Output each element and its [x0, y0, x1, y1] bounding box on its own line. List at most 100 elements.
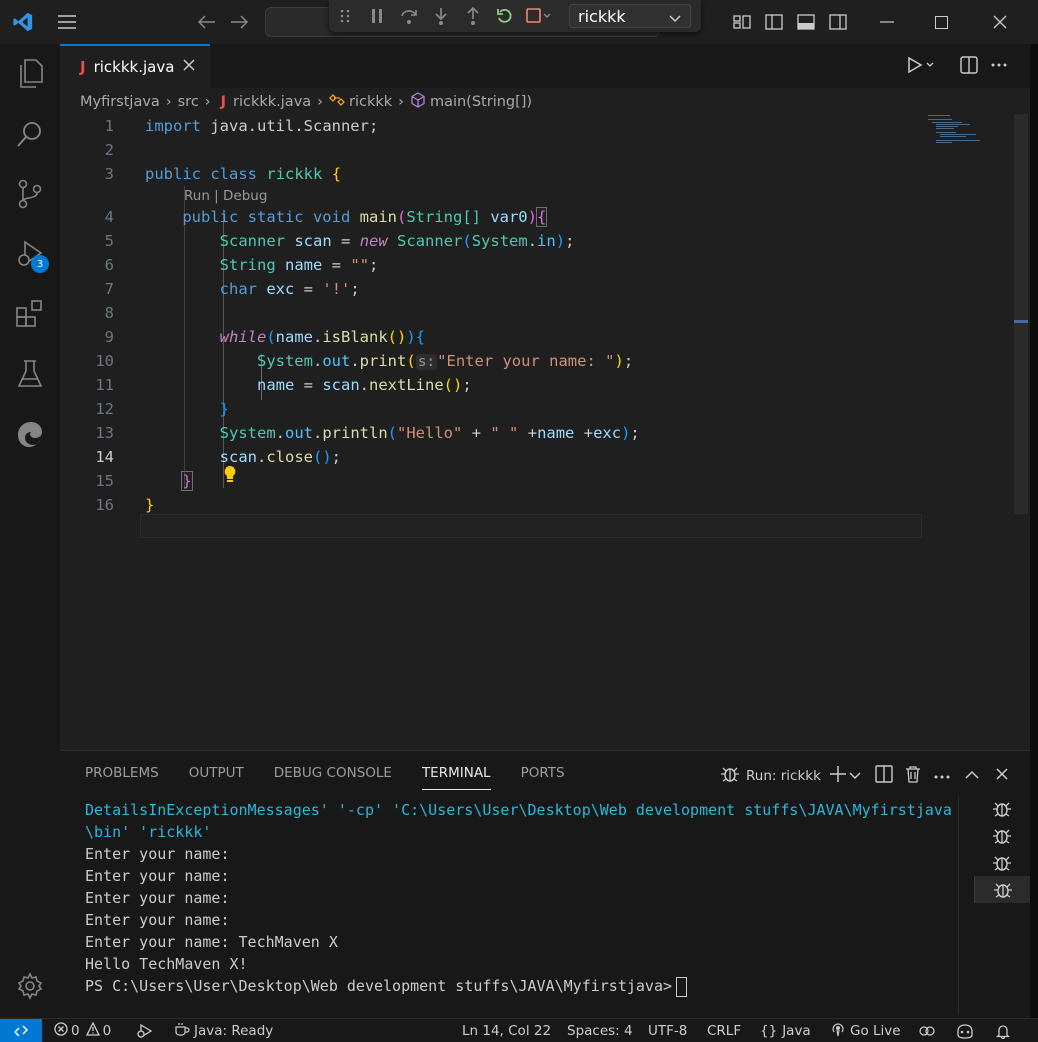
java-status[interactable]: Java: Ready	[174, 1019, 273, 1042]
source-control-icon[interactable]	[0, 164, 60, 224]
terminal-instance-bug-icon[interactable]	[974, 795, 1030, 822]
terminal-scrollbar[interactable]	[958, 797, 970, 1015]
breadcrumb-class[interactable]: rickkk	[349, 94, 392, 110]
testing-flask-icon[interactable]	[0, 344, 60, 404]
breadcrumb: Myfirstjava › src › J rickkk.java › rick…	[80, 92, 532, 112]
debug-attach-icon[interactable]	[136, 1019, 154, 1042]
toggle-secondary-sidebar-icon[interactable]	[826, 0, 850, 44]
debug-toolbar: rickkk	[329, 0, 701, 32]
activity-bar: 3	[0, 44, 60, 1018]
chevron-down-icon[interactable]	[849, 769, 861, 784]
back-arrow-icon[interactable]	[194, 0, 220, 44]
code-line: 15 }	[60, 469, 1020, 493]
split-editor-icon[interactable]	[960, 56, 978, 78]
breadcrumb-method[interactable]: main(String[])	[430, 94, 532, 110]
vscode-logo-icon	[8, 0, 38, 44]
line-number: 10	[95, 352, 114, 370]
split-terminal-icon[interactable]	[875, 765, 893, 787]
run-and-debug-icon[interactable]: 3	[0, 224, 60, 284]
code-line: 12 }	[60, 397, 1020, 421]
maximize-icon[interactable]	[926, 0, 956, 44]
encoding-status[interactable]: UTF-8	[648, 1019, 687, 1042]
cursor-position[interactable]: Ln 14, Col 22	[462, 1019, 551, 1042]
tab-debug-console[interactable]: DEBUG CONSOLE	[274, 765, 392, 787]
toggle-primary-sidebar-icon[interactable]	[762, 0, 786, 44]
pause-icon[interactable]	[361, 0, 393, 32]
line-number: 1	[104, 117, 114, 135]
go-live-status[interactable]: Go Live	[830, 1019, 901, 1042]
terminal-instance-bug-icon[interactable]	[974, 849, 1030, 876]
bottom-panel: PROBLEMS OUTPUT DEBUG CONSOLE TERMINAL P…	[60, 750, 1030, 1018]
close-tab-icon[interactable]	[182, 58, 196, 76]
debug-config-select[interactable]: rickkk	[569, 4, 691, 28]
line-number: 15	[95, 472, 114, 490]
breadcrumb-project[interactable]: Myfirstjava	[80, 94, 160, 110]
go-live-label: Go Live	[850, 1023, 901, 1039]
line-number: 14	[95, 448, 114, 466]
breadcrumb-folder[interactable]: src	[178, 94, 199, 110]
notifications-bell-icon[interactable]	[995, 1019, 1011, 1042]
menu-icon[interactable]	[52, 0, 82, 44]
close-window-icon[interactable]	[985, 0, 1015, 44]
tab-problems[interactable]: PROBLEMS	[85, 765, 159, 787]
terminal-prompt-line: PS C:\Users\User\Desktop\Web development…	[85, 975, 965, 997]
terminal-name[interactable]: Run: rickkk	[746, 768, 821, 784]
language-mode[interactable]: {} Java	[760, 1019, 811, 1042]
toggle-panel-icon[interactable]	[794, 0, 818, 44]
breadcrumb-file[interactable]: rickkk.java	[233, 94, 311, 110]
customize-layout-icon[interactable]	[730, 0, 754, 44]
tab-output[interactable]: OUTPUT	[189, 765, 244, 787]
more-actions-icon[interactable]	[933, 769, 951, 784]
more-actions-icon[interactable]	[990, 56, 1008, 78]
restart-icon[interactable]	[489, 0, 521, 32]
terminal-line: Enter your name:	[85, 889, 230, 907]
code-line: 2	[60, 138, 1020, 162]
maximize-panel-chevron-up-icon[interactable]	[965, 769, 979, 784]
indentation-status[interactable]: Spaces: 4	[567, 1019, 633, 1042]
trash-icon[interactable]	[905, 765, 921, 787]
line-number: 11	[95, 376, 114, 394]
line-number: 9	[104, 328, 114, 346]
code-line: 3 public class rickkk {	[60, 162, 1020, 186]
remote-indicator-icon[interactable]	[0, 1019, 42, 1042]
line-number: 6	[104, 256, 114, 274]
error-icon	[54, 1022, 68, 1040]
close-panel-icon[interactable]	[995, 767, 1009, 785]
minimap[interactable]	[926, 114, 984, 154]
broadcast-icon	[830, 1021, 846, 1041]
terminal-line: Hello TechMaven X!	[85, 955, 248, 973]
minimize-icon[interactable]	[872, 0, 902, 44]
eol-status[interactable]: CRLF	[707, 1019, 741, 1042]
code-line: 10 System.out.print(s: "Enter your name: …	[60, 349, 1020, 373]
extensions-icon[interactable]	[0, 284, 60, 344]
tab-terminal[interactable]: TERMINAL	[421, 765, 491, 790]
feedback-icon[interactable]	[918, 1019, 936, 1042]
terminal-output[interactable]: DetailsInExceptionMessages' '-cp' 'C:\Us…	[85, 799, 965, 997]
drag-handle-icon[interactable]	[329, 0, 361, 32]
line-number: 12	[95, 400, 114, 418]
codelens-run-debug[interactable]: Run | Debug	[184, 188, 267, 204]
editor-scrollbar[interactable]	[1014, 114, 1028, 514]
panel-tabs: PROBLEMS OUTPUT DEBUG CONSOLE TERMINAL P…	[85, 765, 595, 790]
explorer-icon[interactable]	[0, 44, 60, 104]
step-over-icon[interactable]	[393, 0, 425, 32]
forward-arrow-icon[interactable]	[226, 0, 252, 44]
code-editor[interactable]: 1 import java.util.Scanner; 2 3 public c…	[60, 114, 1020, 744]
terminal-instance-bug-icon[interactable]	[974, 876, 1030, 903]
manage-gear-icon[interactable]	[0, 956, 60, 1016]
copilot-icon[interactable]	[955, 1019, 975, 1042]
edge-devtools-icon[interactable]	[0, 404, 60, 464]
warning-count: 0	[102, 1023, 112, 1039]
problems-status[interactable]: 0 0	[54, 1019, 111, 1042]
tab-ports[interactable]: PORTS	[521, 765, 565, 787]
search-icon[interactable]	[0, 104, 60, 164]
terminal-line: Enter your name:	[85, 867, 230, 885]
stop-icon[interactable]	[521, 0, 557, 32]
step-out-icon[interactable]	[457, 0, 489, 32]
terminal-instance-bug-icon[interactable]	[974, 822, 1030, 849]
tab-rickkk-java[interactable]: J rickkk.java	[60, 44, 210, 88]
run-java-icon[interactable]	[906, 56, 936, 78]
step-into-icon[interactable]	[425, 0, 457, 32]
editor-area: J rickkk.java Myfirstjava › src › J rick…	[60, 44, 1030, 750]
new-terminal-plus-icon[interactable]	[829, 765, 847, 787]
